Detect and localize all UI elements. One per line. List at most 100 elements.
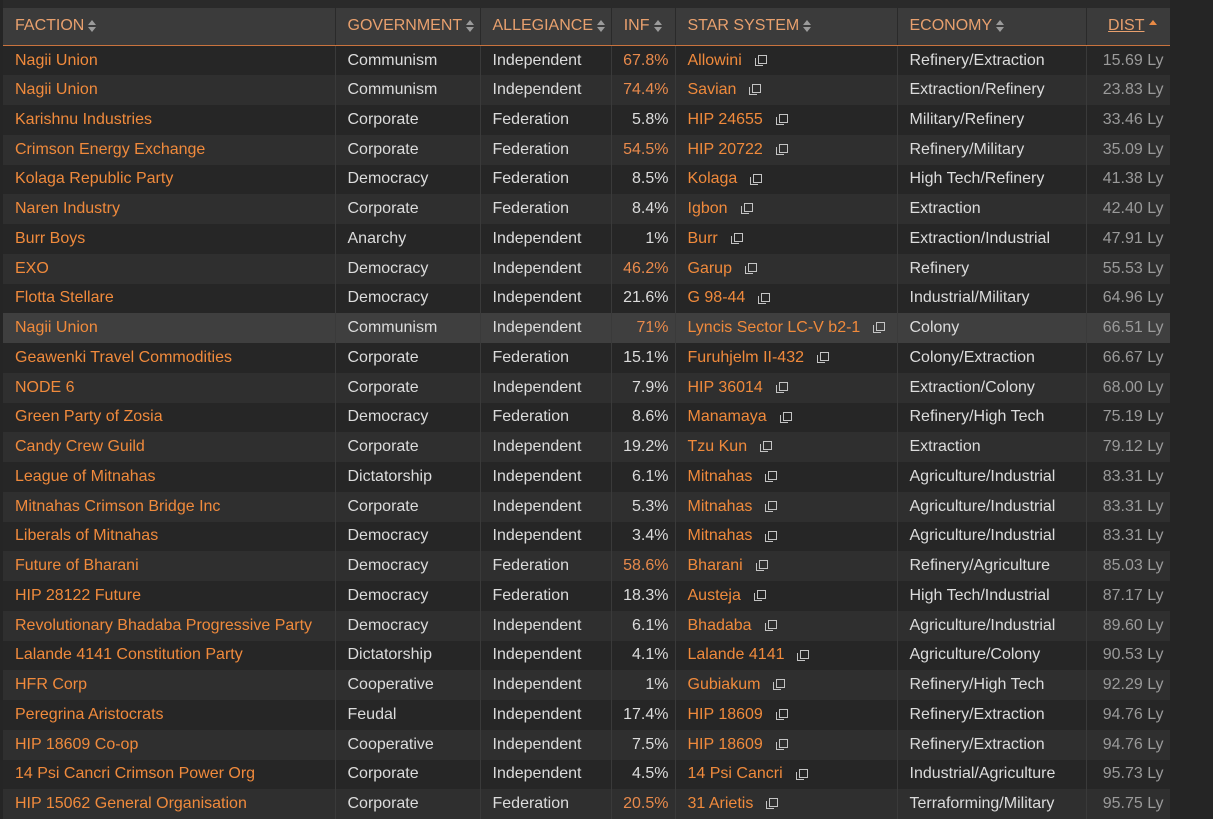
star-system-link[interactable]: Austeja <box>688 587 741 604</box>
allegiance-cell: Independent <box>480 45 612 76</box>
external-link-icon[interactable] <box>765 500 778 512</box>
faction-link[interactable]: Nagii Union <box>15 52 98 69</box>
faction-link[interactable]: EXO <box>15 260 49 277</box>
faction-link[interactable]: Mitnahas Crimson Bridge Inc <box>15 498 220 515</box>
external-link-icon[interactable] <box>775 709 788 721</box>
star-system-link[interactable]: Kolaga <box>688 170 738 187</box>
star-system-link[interactable]: Bhadaba <box>688 617 752 634</box>
external-link-icon[interactable] <box>817 352 829 364</box>
external-link-icon[interactable] <box>775 738 788 750</box>
distance-cell: 75.19 Ly <box>1086 402 1170 433</box>
faction-link[interactable]: Revolutionary Bhadaba Progressive Party <box>15 617 312 634</box>
star-system-link[interactable]: Furuhjelm II-432 <box>688 349 805 366</box>
external-link-icon[interactable] <box>749 84 762 96</box>
star-system-link[interactable]: HIP 18609 <box>688 736 763 753</box>
star-system-link[interactable]: G 98-44 <box>688 289 746 306</box>
external-link-icon[interactable] <box>797 649 810 661</box>
faction-link[interactable]: 14 Psi Cancri Crimson Power Org <box>15 765 255 782</box>
faction-link[interactable]: Burr Boys <box>15 230 85 247</box>
allegiance-cell: Federation <box>480 105 612 135</box>
faction-link[interactable]: Crimson Energy Exchange <box>15 141 205 158</box>
star-system-link[interactable]: Tzu Kun <box>688 438 748 455</box>
star-system-link[interactable]: HIP 18609 <box>688 706 763 723</box>
faction-link[interactable]: HIP 28122 Future <box>15 587 141 604</box>
external-link-icon[interactable] <box>795 768 808 780</box>
faction-link[interactable]: League of Mitnahas <box>15 468 156 485</box>
external-link-icon[interactable] <box>754 54 767 66</box>
star-system-link[interactable]: Mitnahas <box>688 527 753 544</box>
external-link-icon[interactable] <box>730 233 743 245</box>
column-header-allegiance[interactable]: ALLEGIANCE <box>480 8 612 46</box>
star-system-link[interactable]: Garup <box>688 260 732 277</box>
external-link-icon[interactable] <box>775 114 788 126</box>
column-header-dist[interactable]: DIST <box>1086 8 1170 46</box>
star-system-link[interactable]: Manamaya <box>688 408 767 425</box>
economy-cell: Refinery/Agriculture <box>897 551 1087 581</box>
star-system-link[interactable]: Bharani <box>688 557 743 574</box>
column-header-government[interactable]: GOVERNMENT <box>335 8 481 46</box>
external-link-icon[interactable] <box>764 619 777 631</box>
faction-link[interactable]: Kolaga Republic Party <box>15 170 173 187</box>
star-system-link[interactable]: Igbon <box>688 200 728 217</box>
star-system-link[interactable]: HIP 20722 <box>688 141 763 158</box>
influence-cell: 3.4% <box>611 521 676 552</box>
column-header-star-system[interactable]: STAR SYSTEM <box>675 8 898 46</box>
star-system-link[interactable]: Lyncis Sector LC-V b2-1 <box>688 319 861 336</box>
column-header-faction[interactable]: FACTION <box>3 8 336 46</box>
external-link-icon[interactable] <box>773 679 786 691</box>
external-link-icon[interactable] <box>775 381 788 393</box>
column-header-economy[interactable]: ECONOMY <box>897 8 1087 46</box>
faction-link[interactable]: NODE 6 <box>15 379 75 396</box>
external-link-icon[interactable] <box>775 143 788 155</box>
star-system-link[interactable]: HIP 24655 <box>688 111 763 128</box>
faction-link[interactable]: Flotta Stellare <box>15 289 114 306</box>
faction-link[interactable]: Green Party of Zosia <box>15 408 163 425</box>
external-link-icon[interactable] <box>765 530 778 542</box>
external-link-icon[interactable] <box>740 203 753 215</box>
faction-link[interactable]: Nagii Union <box>15 319 98 336</box>
star-system-cell: Lyncis Sector LC-V b2-1 <box>675 313 898 343</box>
star-system-link[interactable]: Allowini <box>688 52 742 69</box>
star-system-link[interactable]: Mitnahas <box>688 498 753 515</box>
external-link-icon[interactable] <box>873 322 886 334</box>
economy-cell: Refinery/Extraction <box>897 45 1087 76</box>
external-link-icon[interactable] <box>766 798 779 810</box>
faction-link[interactable]: Candy Crew Guild <box>15 438 145 455</box>
external-link-icon[interactable] <box>758 292 771 304</box>
economy-cell: Extraction <box>897 194 1087 224</box>
external-link-icon[interactable] <box>755 560 768 572</box>
star-system-link[interactable]: HIP 36014 <box>688 379 763 396</box>
external-link-icon[interactable] <box>760 441 773 453</box>
faction-link[interactable]: Karishnu Industries <box>15 111 152 128</box>
faction-link[interactable]: Geawenki Travel Commodities <box>15 349 232 366</box>
external-link-icon[interactable] <box>744 262 757 274</box>
star-system-link[interactable]: Burr <box>688 230 718 247</box>
distance-cell: 79.12 Ly <box>1086 432 1170 462</box>
star-system-link[interactable]: Savian <box>688 81 737 98</box>
external-link-icon[interactable] <box>753 590 766 602</box>
column-header-inf[interactable]: INF <box>611 8 676 46</box>
faction-link[interactable]: Lalande 4141 Constitution Party <box>15 646 243 663</box>
faction-link[interactable]: Liberals of Mitnahas <box>15 527 158 544</box>
faction-link[interactable]: HIP 15062 General Organisation <box>15 795 247 812</box>
distance-cell: 83.31 Ly <box>1086 462 1170 492</box>
faction-link[interactable]: Nagii Union <box>15 81 98 98</box>
external-link-icon[interactable] <box>750 173 763 185</box>
external-link-icon[interactable] <box>765 471 778 483</box>
faction-link[interactable]: Future of Bharani <box>15 557 139 574</box>
table-row: Geawenki Travel Commodities Corporate Fe… <box>3 343 1170 373</box>
star-system-link[interactable]: 14 Psi Cancri <box>688 765 783 782</box>
star-system-link[interactable]: Gubiakum <box>688 676 761 693</box>
faction-cell: HIP 15062 General Organisation <box>3 789 336 819</box>
faction-cell: Future of Bharani <box>3 551 336 581</box>
star-system-link[interactable]: Lalande 4141 <box>688 646 785 663</box>
star-system-link[interactable]: 31 Arietis <box>688 795 754 812</box>
external-link-icon[interactable] <box>779 411 792 423</box>
faction-link[interactable]: HFR Corp <box>15 676 87 693</box>
distance-cell: 42.40 Ly <box>1086 194 1170 224</box>
faction-link[interactable]: Naren Industry <box>15 200 120 217</box>
faction-link[interactable]: HIP 18609 Co-op <box>15 736 138 753</box>
star-system-link[interactable]: Mitnahas <box>688 468 753 485</box>
allegiance-cell: Independent <box>480 224 612 254</box>
faction-link[interactable]: Peregrina Aristocrats <box>15 706 164 723</box>
